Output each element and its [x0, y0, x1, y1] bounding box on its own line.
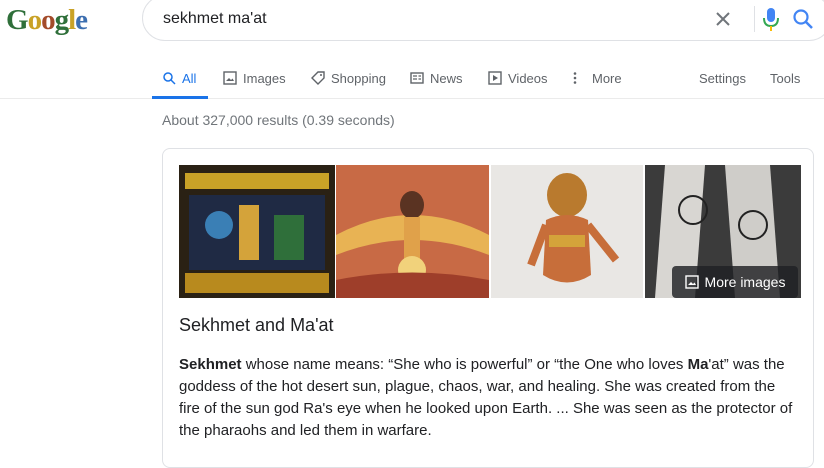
knowledge-panel: More images Sekhmet and Ma'at Sekhmet wh…: [162, 148, 814, 468]
tools-label: Tools: [770, 70, 801, 86]
image-icon: [684, 275, 699, 289]
search-icon: [163, 72, 176, 85]
result-image-2[interactable]: [336, 165, 489, 298]
panel-title: Sekhmet and Ma'at: [179, 315, 334, 335]
close-icon[interactable]: [711, 7, 735, 31]
google-logo[interactable]: Google: [6, 2, 88, 38]
more-vert-icon: [573, 72, 577, 84]
search-icon[interactable]: [791, 7, 815, 31]
tab-shopping[interactable]: Shopping: [311, 58, 386, 98]
result-image-1[interactable]: [179, 165, 335, 298]
search-input[interactable]: sekhmet ma'at: [163, 10, 267, 28]
microphone-icon[interactable]: [761, 6, 781, 32]
image-icon: [223, 71, 237, 85]
bold-term: Ma: [687, 356, 709, 373]
tab-all[interactable]: All: [151, 58, 210, 99]
tag-icon: [311, 71, 325, 85]
logo-letter: l: [68, 4, 76, 36]
logo-letter: o: [27, 4, 42, 36]
more-images-button[interactable]: More images: [672, 266, 798, 298]
tab-images[interactable]: Images: [223, 58, 286, 98]
result-image-3[interactable]: [491, 165, 643, 298]
tab-label: Images: [243, 70, 286, 86]
description-text: whose name means: “She who is powerful” …: [241, 356, 688, 373]
bold-term: Sekhmet: [179, 356, 242, 373]
tab-more[interactable]: More: [572, 58, 622, 98]
search-box[interactable]: sekhmet ma'at: [142, 0, 824, 41]
logo-letter: g: [54, 4, 69, 36]
tab-label: News: [430, 70, 463, 86]
tools-link[interactable]: Tools: [770, 58, 800, 98]
settings-link[interactable]: Settings: [699, 58, 746, 98]
tab-label: More: [592, 70, 622, 86]
tab-videos[interactable]: Videos: [488, 58, 548, 98]
logo-letter: G: [6, 4, 29, 36]
winged-goddess-image: [336, 165, 489, 298]
egyptian-relief-image: [179, 165, 335, 298]
logo-letter: e: [75, 4, 88, 36]
news-icon: [410, 72, 424, 84]
result-stats: About 327,000 results (0.39 seconds): [162, 112, 395, 128]
divider: [754, 6, 755, 32]
tab-label: Shopping: [331, 70, 386, 86]
settings-label: Settings: [699, 70, 746, 86]
panel-description: Sekhmet whose name means: “She who is po…: [179, 354, 799, 442]
more-images-label: More images: [704, 274, 786, 290]
tab-news[interactable]: News: [410, 58, 463, 98]
tab-label: Videos: [508, 70, 548, 86]
lion-goddess-image: [491, 165, 643, 298]
play-icon: [488, 71, 502, 85]
tab-label: All: [182, 70, 197, 86]
search-tabs: All Images Shopping News Videos More Set…: [0, 58, 824, 99]
logo-letter: o: [41, 4, 55, 36]
